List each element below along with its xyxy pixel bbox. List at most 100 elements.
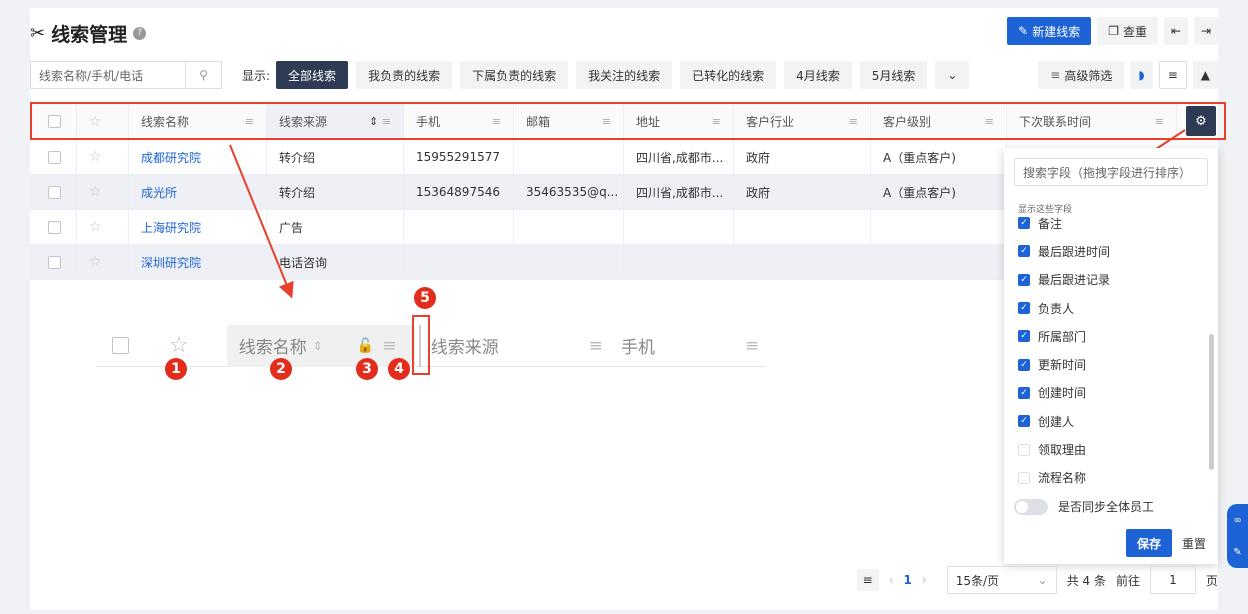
address-cell: 四川省,成都市...: [624, 140, 734, 174]
row-checkbox-cell[interactable]: [30, 175, 77, 209]
next-page-icon[interactable]: ›: [922, 573, 927, 587]
zoom-filter-icon: ≡: [744, 335, 760, 356]
export-icon: ⇥: [1200, 24, 1212, 38]
row-star-cell[interactable]: ☆: [77, 245, 129, 279]
row-star-cell[interactable]: ☆: [77, 140, 129, 174]
tab-may-clues[interactable]: 5月线索: [859, 61, 928, 89]
save-button[interactable]: 保存: [1125, 529, 1172, 557]
field-item[interactable]: ✓ 更新时间: [1004, 350, 1218, 378]
search-input[interactable]: 线索名称/手机/电话: [31, 67, 185, 84]
more-tabs-dropdown[interactable]: ⌄: [935, 61, 970, 89]
tab-converted-clues[interactable]: 已转化的线索: [680, 61, 777, 89]
resize-handle-highlight: [412, 315, 430, 375]
zoom-star-icon: ☆: [169, 333, 189, 358]
phone-cell: 15955291577: [404, 140, 514, 174]
reset-button[interactable]: 重置: [1182, 535, 1206, 552]
row-checkbox[interactable]: [48, 220, 61, 234]
star-icon[interactable]: ☆: [89, 184, 102, 200]
field-item[interactable]: ✓ 所属部门: [1004, 322, 1218, 350]
clue-name-link[interactable]: 深圳研究院: [129, 245, 267, 279]
field-item[interactable]: ✓ 最后跟进记录: [1004, 266, 1218, 294]
star-icon[interactable]: ☆: [89, 149, 102, 165]
row-checkbox-cell[interactable]: [30, 245, 77, 279]
panel-scrollbar[interactable]: [1209, 334, 1214, 470]
annotation-badge: 3: [356, 358, 378, 380]
star-icon[interactable]: ☆: [89, 254, 102, 270]
chart-view-button[interactable]: ◗: [1130, 61, 1153, 89]
zoom-lock-icon: 🔓: [356, 337, 375, 354]
page-title: 线索管理: [51, 23, 128, 46]
checkbox-checked[interactable]: ✓: [1018, 415, 1030, 428]
phone-cell: [404, 245, 514, 279]
new-clue-button[interactable]: ✎ 新建线索: [1007, 17, 1092, 45]
checkbox-checked[interactable]: ✓: [1018, 245, 1030, 258]
tab-followed-clues[interactable]: 我关注的线索: [576, 61, 673, 89]
export-button[interactable]: ⇥: [1194, 17, 1218, 45]
clue-name-link[interactable]: 上海研究院: [129, 210, 267, 244]
checkbox-checked[interactable]: ✓: [1018, 330, 1030, 343]
checkbox-checked[interactable]: ✓: [1018, 273, 1030, 286]
prev-page-icon[interactable]: ‹: [889, 573, 894, 587]
field-item[interactable]: ✓ 最后跟进时间: [1004, 237, 1218, 265]
field-item[interactable]: 领取理由: [1004, 435, 1218, 463]
search-box[interactable]: 线索名称/手机/电话 ⚲: [30, 61, 222, 89]
checkbox-checked[interactable]: ✓: [1018, 358, 1030, 371]
tab-april-clues[interactable]: 4月线索: [784, 61, 852, 89]
current-page[interactable]: 1: [904, 573, 912, 587]
clue-name-link[interactable]: 成都研究院: [129, 140, 267, 174]
field-item[interactable]: ✓ 创建人: [1004, 407, 1218, 435]
right-filters: ≡ 高级筛选 ◗ ≡ ▲: [1038, 61, 1218, 89]
tree-view-button[interactable]: ▲: [1192, 61, 1218, 89]
zoomed-header-illustration: ☆ 线索名称 ⇕ 🔓 ≡ 线索来源 ≡ 手机 ≡: [96, 324, 766, 367]
duplicate-check-button[interactable]: ❐ 查重: [1097, 17, 1158, 45]
list-view-button[interactable]: ≡: [1158, 61, 1187, 89]
help-icon[interactable]: ?: [133, 26, 147, 40]
view-tabs: 全部线索 我负责的线索 下属负责的线索 我关注的线索 已转化的线索 4月线索 5…: [276, 61, 970, 89]
tab-all-clues[interactable]: 全部线索: [276, 61, 349, 89]
edit-icon: ✎: [1018, 24, 1029, 38]
field-item[interactable]: ✓ 创建时间: [1004, 379, 1218, 407]
row-star-cell[interactable]: ☆: [77, 210, 129, 244]
phone-cell: [404, 210, 514, 244]
row-checkbox-cell[interactable]: [30, 210, 77, 244]
note-icon[interactable]: ✎: [1233, 547, 1241, 558]
list-icon[interactable]: ≡: [856, 569, 879, 591]
email-cell: [514, 245, 624, 279]
tab-subordinate-clues[interactable]: 下属负责的线索: [460, 61, 569, 89]
clue-name-link[interactable]: 成光所: [129, 175, 267, 209]
page-size-select[interactable]: 15条/页 ⌄: [946, 566, 1057, 594]
goto-input[interactable]: 1: [1149, 566, 1196, 594]
import-button[interactable]: ⇤: [1164, 17, 1188, 45]
star-icon[interactable]: ☆: [89, 219, 102, 235]
source-cell: 广告: [267, 210, 404, 244]
annotation-badge: 5: [414, 287, 436, 309]
tab-my-clues[interactable]: 我负责的线索: [356, 61, 453, 89]
field-search-input[interactable]: 搜索字段（拖拽字段进行排序）: [1014, 158, 1208, 186]
checkbox-unchecked[interactable]: [1018, 443, 1030, 456]
source-cell: 电话咨询: [267, 245, 404, 279]
industry-cell: 政府: [734, 175, 871, 209]
goto-label: 前往: [1115, 573, 1140, 588]
advanced-filter-button[interactable]: ≡ 高级筛选: [1038, 61, 1125, 89]
checkbox-checked[interactable]: ✓: [1018, 217, 1030, 230]
search-icon[interactable]: ⚲: [185, 62, 221, 88]
total-count: 共 4 条: [1066, 573, 1106, 588]
checkbox-checked[interactable]: ✓: [1018, 302, 1030, 315]
field-item[interactable]: 流程名称: [1004, 464, 1218, 492]
row-star-cell[interactable]: ☆: [77, 175, 129, 209]
field-item[interactable]: ✓ 负责人: [1004, 294, 1218, 322]
floating-side-widget[interactable]: ∞ ✎: [1227, 504, 1248, 568]
row-checkbox[interactable]: [48, 255, 61, 269]
zoom-filter-icon: ≡: [588, 335, 603, 356]
sync-toggle[interactable]: [1014, 498, 1048, 515]
column-settings-panel: 搜索字段（拖拽字段进行排序） 显示这些字段 ✓ 备注 ✓ 最后跟进时间 ✓ 最后跟进记…: [1004, 148, 1218, 564]
source-cell: 转介绍: [267, 140, 404, 174]
row-checkbox-cell[interactable]: [30, 140, 77, 174]
email-cell: [514, 210, 624, 244]
address-cell: [624, 210, 734, 244]
checkbox-unchecked[interactable]: [1018, 471, 1030, 484]
row-checkbox[interactable]: [48, 185, 61, 199]
flow-icon[interactable]: ∞: [1233, 515, 1241, 526]
row-checkbox[interactable]: [48, 150, 61, 164]
checkbox-checked[interactable]: ✓: [1018, 386, 1030, 399]
